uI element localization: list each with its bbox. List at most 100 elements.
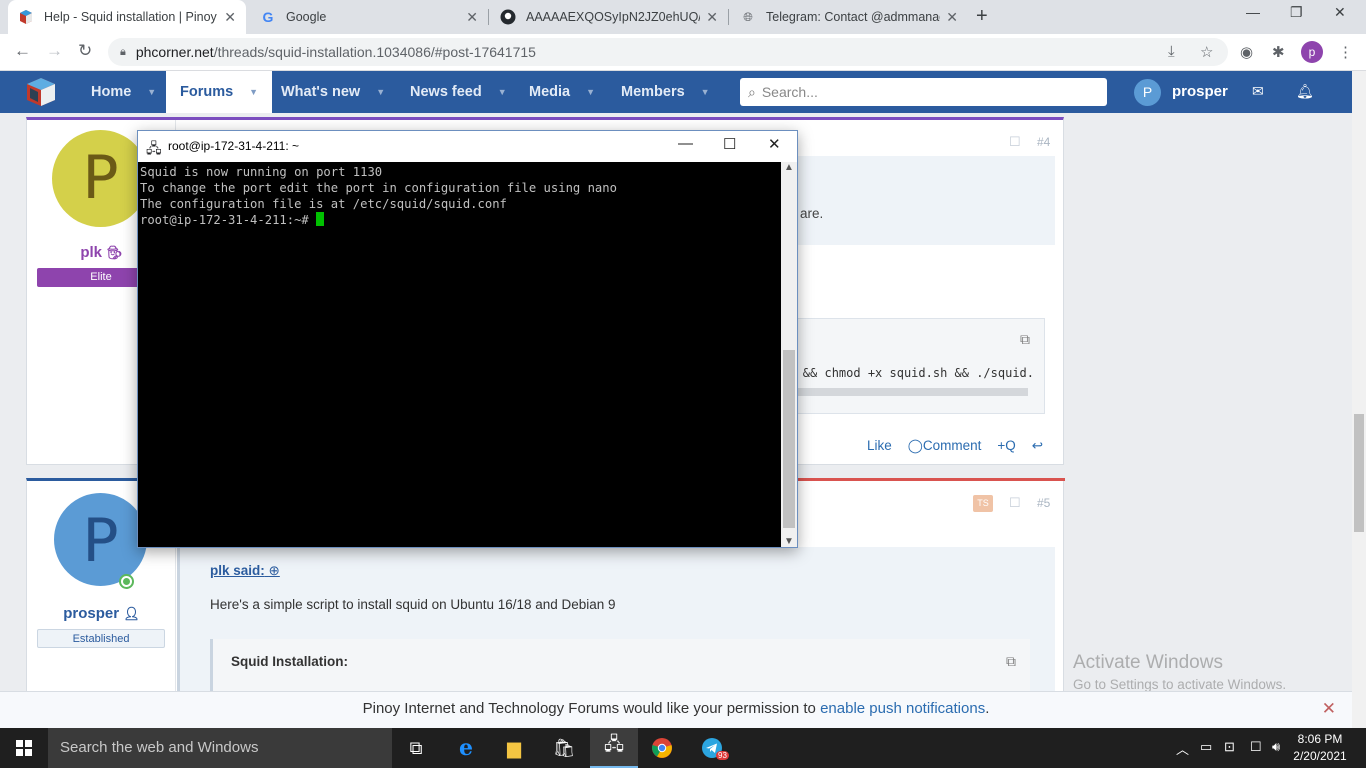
terminal-line: Squid is now running on port 1130: [140, 165, 383, 179]
profile-avatar[interactable]: p: [1301, 41, 1323, 63]
network-icon[interactable]: ⊡: [1224, 739, 1235, 755]
close-window-button[interactable]: ✕: [1334, 4, 1346, 21]
putty-window[interactable]: 🖧︎ root@ip-172-31-4-211: ~ — ☐ ✕ Squid i…: [137, 130, 798, 548]
user-avatar[interactable]: P: [1134, 79, 1161, 106]
quote-button[interactable]: +Q: [997, 438, 1015, 454]
minimize-button[interactable]: —: [678, 135, 693, 152]
incognito-icon: 🕵︎: [106, 245, 123, 260]
chevron-down-icon[interactable]: ▼: [701, 87, 710, 97]
nav-news-feed[interactable]: News feed ▼: [410, 71, 507, 113]
terminal-output[interactable]: Squid is now running on port 1130 To chan…: [138, 162, 781, 547]
close-tab-icon[interactable]: ✕: [706, 9, 718, 26]
terminal-prompt-line: root@ip-172-31-4-211:~#: [140, 212, 779, 228]
tab-telegram[interactable]: 🌐︎ Telegram: Contact @admmanage ✕: [730, 0, 968, 34]
menu-kebab-icon[interactable]: ⋮: [1338, 43, 1353, 61]
scrollbar-thumb[interactable]: [783, 350, 795, 528]
chevron-down-icon[interactable]: ▼: [249, 87, 258, 97]
arrow-up-circle-icon[interactable]: ⊕: [269, 563, 280, 578]
url-host: phcorner.net: [135, 44, 214, 60]
putty-taskbar-icon[interactable]: 🖧︎: [590, 728, 638, 768]
scrollbar-thumb[interactable]: [1354, 414, 1364, 532]
nav-whats-new[interactable]: What's new ▼: [281, 71, 385, 113]
post-number[interactable]: #5: [1037, 496, 1050, 510]
nav-home[interactable]: Home ▼: [91, 71, 156, 113]
post-author[interactable]: prosper 👤︎: [27, 605, 176, 622]
chevron-down-icon[interactable]: ▼: [147, 87, 156, 97]
battery-icon[interactable]: ▭: [1200, 739, 1212, 755]
search-icon: ⌕: [748, 83, 756, 100]
address-bar[interactable]: 🔒︎ phcorner.net/threads/squid-installati…: [108, 38, 1228, 66]
extensions-puzzle-icon[interactable]: ✱: [1272, 43, 1285, 61]
comment-button[interactable]: ◯Comment: [908, 438, 982, 454]
comment-icon: ◯: [907, 438, 923, 453]
site-search-input[interactable]: ⌕ Search...: [740, 78, 1107, 106]
scroll-down-icon[interactable]: ▼: [784, 536, 794, 547]
bookmark-icon[interactable]: ☐: [1009, 134, 1021, 150]
avatar[interactable]: P: [52, 130, 149, 227]
copy-icon[interactable]: ⧉: [1020, 331, 1030, 348]
close-tab-icon[interactable]: ✕: [466, 9, 478, 26]
phcorner-icon: [18, 9, 34, 25]
close-button[interactable]: ✕: [768, 135, 781, 153]
edge-icon[interactable]: e: [442, 728, 490, 768]
github-icon: [500, 9, 516, 25]
system-clock[interactable]: 8:06 PM 2/20/2021: [1290, 731, 1350, 765]
tab-divider: [488, 9, 489, 25]
terminal-scrollbar[interactable]: ▲ ▼: [781, 162, 797, 547]
page-scrollbar[interactable]: [1352, 71, 1366, 728]
restore-window-button[interactable]: ❐: [1290, 4, 1303, 21]
tab-google[interactable]: G Google ✕: [250, 0, 488, 34]
close-icon[interactable]: ✕: [1322, 692, 1336, 726]
bookmark-star-icon[interactable]: ☆: [1200, 43, 1213, 61]
taskbar-search-box[interactable]: Search the web and Windows: [48, 728, 392, 768]
nav-label: Media: [529, 84, 571, 100]
chevron-down-icon[interactable]: ▼: [498, 87, 507, 97]
close-tab-icon[interactable]: ✕: [946, 9, 958, 26]
start-button[interactable]: [0, 728, 48, 768]
nav-members[interactable]: Members ▼: [621, 71, 710, 113]
quote-attribution[interactable]: plk said: ⊕: [210, 563, 280, 579]
notification-icon[interactable]: ☐: [1250, 739, 1262, 755]
file-explorer-icon[interactable]: ▆: [490, 728, 538, 768]
tab-title: Telegram: Contact @admmanage: [766, 10, 941, 24]
copy-icon[interactable]: ⧉: [1006, 653, 1016, 670]
telegram-icon[interactable]: 93: [688, 728, 736, 768]
scroll-up-icon[interactable]: ▲: [784, 162, 794, 173]
enable-push-link[interactable]: enable push notifications: [820, 700, 985, 717]
tab-github[interactable]: AAAAAEXQOSyIpN2JZ0ehUQ/AI ✕: [490, 0, 728, 34]
like-button[interactable]: Like: [867, 438, 892, 454]
site-logo[interactable]: [24, 76, 58, 108]
browser-tab-strip: Help - Squid installation | Pinoy I ✕ G …: [0, 0, 1366, 34]
code-title: Squid Installation:: [231, 654, 348, 669]
extension-globe-icon[interactable]: ◉: [1240, 43, 1253, 61]
close-tab-icon[interactable]: ✕: [224, 9, 236, 26]
new-post-indicator: [797, 478, 1065, 481]
bell-icon[interactable]: 🔔︎: [1296, 83, 1314, 100]
putty-titlebar[interactable]: 🖧︎ root@ip-172-31-4-211: ~ — ☐ ✕: [138, 131, 797, 162]
nav-media[interactable]: Media ▼: [529, 71, 595, 113]
maximize-button[interactable]: ☐: [723, 135, 736, 153]
inbox-icon[interactable]: ✉: [1252, 83, 1264, 100]
post-number[interactable]: #4: [1037, 135, 1050, 149]
store-icon[interactable]: 🛍︎: [540, 728, 588, 768]
chevron-up-icon[interactable]: ︿: [1176, 739, 1189, 758]
chevron-down-icon[interactable]: ▼: [376, 87, 385, 97]
task-view-icon[interactable]: ⧉: [392, 728, 440, 768]
forward-icon[interactable]: →: [46, 41, 63, 61]
bookmark-icon[interactable]: ☐: [1009, 495, 1021, 511]
chrome-icon[interactable]: [638, 728, 686, 768]
minimize-window-button[interactable]: —: [1246, 4, 1260, 20]
tab-squid-installation[interactable]: Help - Squid installation | Pinoy I ✕: [8, 0, 246, 34]
reply-icon[interactable]: ↩: [1032, 438, 1043, 454]
new-tab-button[interactable]: +: [976, 5, 988, 28]
reload-icon[interactable]: ↻: [78, 41, 92, 61]
back-icon[interactable]: ←: [14, 41, 31, 61]
nav-forums[interactable]: Forums ▼: [166, 71, 273, 113]
globe-icon: 🌐︎: [743, 9, 753, 24]
avatar[interactable]: P: [52, 491, 149, 588]
install-icon[interactable]: ⤓: [1168, 43, 1175, 60]
chevron-down-icon[interactable]: ▼: [586, 87, 595, 97]
volume-icon[interactable]: 🔊︎: [1272, 739, 1280, 755]
user-rank-badge: Established: [37, 629, 165, 648]
user-name[interactable]: prosper: [1172, 83, 1228, 100]
